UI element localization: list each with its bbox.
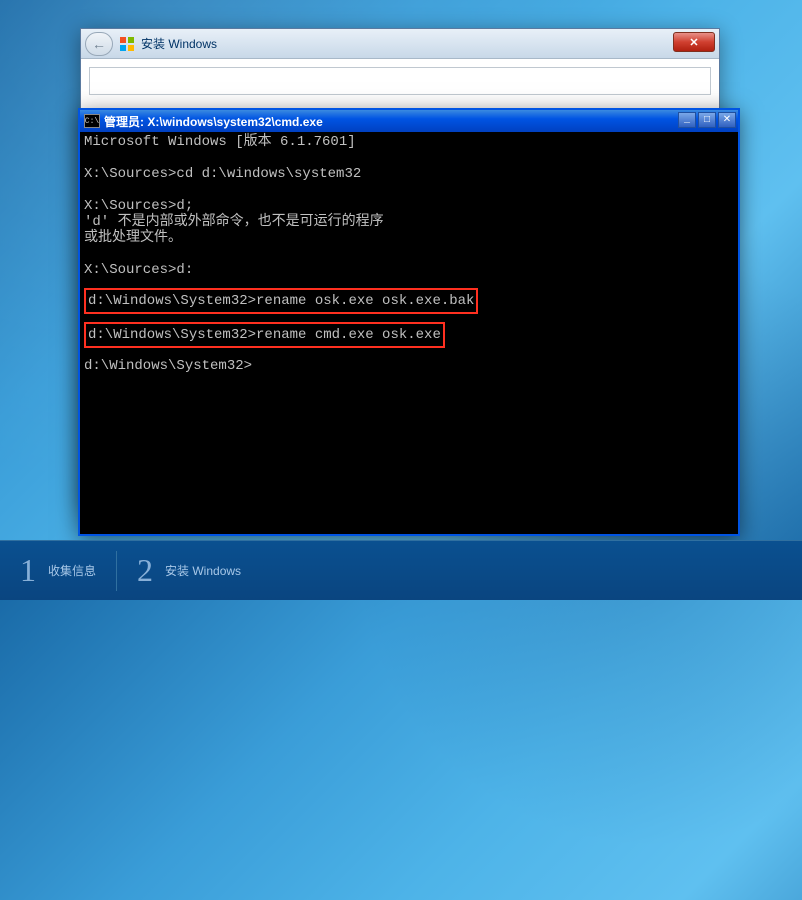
step-number: 2	[137, 552, 153, 589]
cmd-window-controls: _ □ ✕	[678, 112, 736, 128]
cmd-output-line: d:\Windows\System32>rename osk.exe osk.e…	[88, 293, 474, 309]
cmd-output-line: Microsoft Windows [版本 6.1.7601]	[84, 134, 734, 150]
cmd-window: C:\ 管理员: X:\windows\system32\cmd.exe _ □…	[78, 108, 740, 536]
cmd-titlebar[interactable]: C:\ 管理员: X:\windows\system32\cmd.exe _ □…	[80, 110, 738, 132]
close-icon: ✕	[689, 36, 698, 49]
step-number: 1	[20, 552, 36, 589]
cmd-output-line: 或批处理文件。	[84, 230, 734, 246]
cmd-body[interactable]: Microsoft Windows [版本 6.1.7601] X:\Source…	[80, 132, 738, 534]
back-button[interactable]: ←	[85, 32, 113, 56]
close-button[interactable]: ✕	[718, 112, 736, 128]
installer-close-button[interactable]: ✕	[673, 32, 715, 52]
cmd-output-line: X:\Sources>d:	[84, 262, 734, 278]
maximize-button[interactable]: □	[698, 112, 716, 128]
cmd-output-line: X:\Sources>cd d:\windows\system32	[84, 166, 734, 182]
cmd-icon: C:\	[84, 114, 100, 128]
installer-content-area	[89, 67, 711, 95]
maximize-icon: □	[704, 115, 710, 126]
back-arrow-icon: ←	[92, 36, 106, 52]
installer-title: 安装 Windows	[141, 35, 217, 52]
cmd-output-line: 'd' 不是内部或外部命令，也不是可运行的程序	[84, 214, 734, 230]
installer-titlebar: ← 安装 Windows ✕	[81, 29, 719, 59]
windows-logo-icon	[119, 36, 135, 52]
step-install-windows: 2 安装 Windows	[117, 541, 261, 600]
step-label: 收集信息	[48, 562, 96, 579]
cmd-output-line: X:\Sources>d;	[84, 198, 734, 214]
highlighted-command: d:\Windows\System32>rename cmd.exe osk.e…	[84, 322, 445, 348]
step-collect-info: 1 收集信息	[0, 541, 116, 600]
minimize-button[interactable]: _	[678, 112, 696, 128]
cmd-title: 管理员: X:\windows\system32\cmd.exe	[104, 113, 323, 130]
cmd-output-line: d:\Windows\System32>rename cmd.exe osk.e…	[88, 327, 441, 343]
close-icon: ✕	[723, 114, 731, 126]
cmd-prompt: d:\Windows\System32>	[84, 358, 734, 374]
step-label: 安装 Windows	[165, 562, 241, 579]
minimize-icon: _	[684, 115, 690, 126]
highlighted-command: d:\Windows\System32>rename osk.exe osk.e…	[84, 288, 478, 314]
setup-step-bar: 1 收集信息 2 安装 Windows	[0, 540, 802, 600]
